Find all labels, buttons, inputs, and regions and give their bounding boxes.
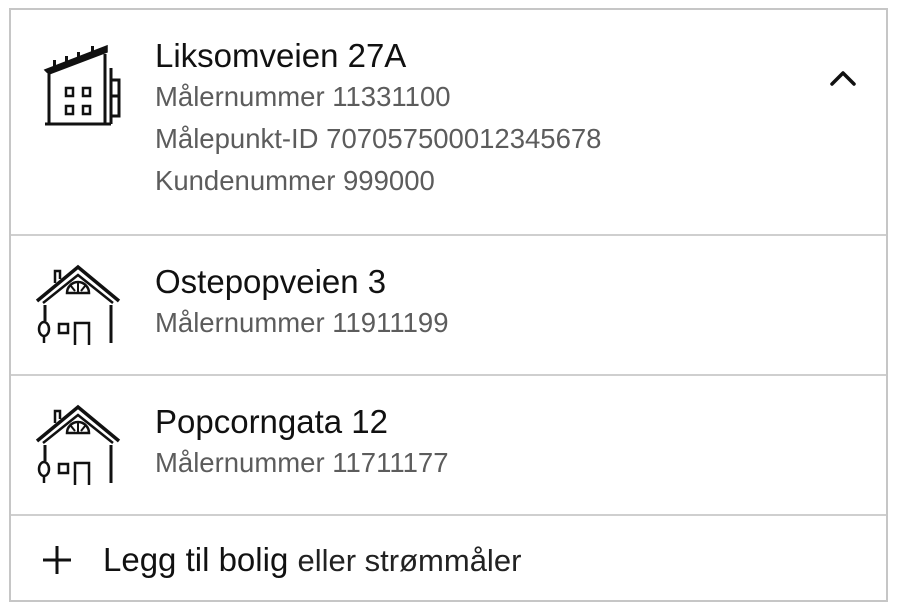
location-item-expanded[interactable]: Liksomveien 27A Målernummer 11331100 Mål… [11, 10, 886, 234]
chevron-up-icon [830, 71, 856, 86]
add-location-label-rest: eller strømmåler [297, 543, 522, 578]
location-item[interactable]: Ostepopveien 3 Målernummer 11911199 [11, 234, 886, 374]
location-details: Liksomveien 27A Målernummer 11331100 Mål… [155, 36, 601, 202]
location-details: Ostepopveien 3 Målernummer 11911199 [155, 262, 449, 344]
location-title: Ostepopveien 3 [155, 263, 387, 300]
location-list: Liksomveien 27A Målernummer 11331100 Mål… [9, 8, 888, 602]
metering-point-id: Målepunkt-ID 707057500012345678 [155, 123, 602, 154]
add-location-label: Legg til bolig eller strømmåler [103, 538, 521, 583]
location-title: Popcorngata 12 [155, 403, 389, 440]
add-location-row: Legg til bolig eller strømmåler [11, 514, 886, 602]
apartment-building-icon [39, 38, 129, 128]
add-location-button[interactable]: Legg til bolig eller strømmåler [11, 516, 886, 602]
house-icon [33, 399, 123, 489]
customer-number: Kundenummer 999000 [155, 165, 435, 196]
location-details: Popcorngata 12 Målernummer 11711177 [155, 402, 449, 484]
plus-icon [41, 544, 73, 576]
meter-number: Målernummer 11911199 [155, 307, 449, 338]
meter-number: Målernummer 11711177 [155, 447, 449, 478]
meter-number: Målernummer 11331100 [155, 81, 451, 112]
location-title: Liksomveien 27A [155, 37, 407, 74]
house-icon [33, 259, 123, 349]
collapse-button[interactable] [822, 58, 864, 100]
add-location-label-strong: Legg til bolig [103, 541, 289, 578]
location-item[interactable]: Popcorngata 12 Målernummer 11711177 [11, 374, 886, 514]
